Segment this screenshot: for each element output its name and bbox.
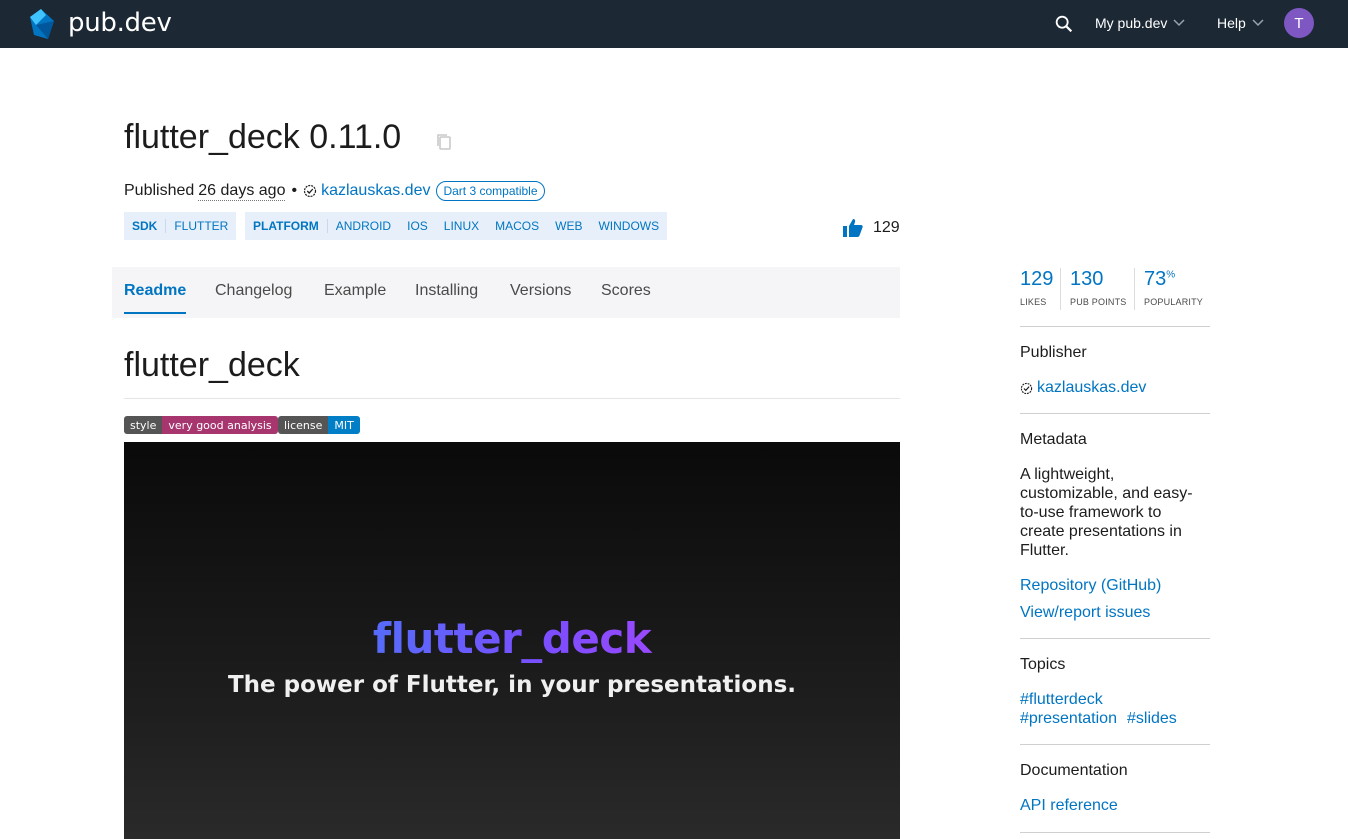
topic-slides[interactable]: #slides bbox=[1127, 710, 1177, 728]
readme-hero-image: flutter_deck The power of Flutter, in yo… bbox=[124, 442, 900, 839]
repository-link[interactable]: Repository (GitHub) bbox=[1020, 577, 1161, 595]
divider bbox=[1020, 638, 1210, 639]
separator: • bbox=[291, 182, 298, 199]
divider bbox=[1060, 268, 1061, 310]
published-line: Published 26 days ago • kazlauskas.dev D… bbox=[124, 181, 545, 201]
topic-presentation[interactable]: #presentation bbox=[1020, 710, 1117, 728]
like-widget: 129 bbox=[843, 219, 900, 237]
sdk-tags: SDK FLUTTER bbox=[124, 212, 237, 240]
platform-tag-linux[interactable]: LINUX bbox=[436, 219, 487, 233]
sidebar-publisher[interactable]: kazlauskas.dev bbox=[1020, 379, 1146, 397]
popularity-score[interactable]: 73% bbox=[1144, 268, 1175, 291]
platform-tag-android[interactable]: ANDROID bbox=[328, 219, 399, 233]
package-description: A lightweight, customizable, and easy-to… bbox=[1020, 466, 1193, 559]
tab-changelog[interactable]: Changelog bbox=[215, 282, 292, 312]
platform-tag-web[interactable]: WEB bbox=[547, 219, 590, 233]
search-icon[interactable] bbox=[1053, 13, 1075, 35]
copy-icon[interactable] bbox=[434, 132, 454, 152]
hero-title: flutter_deck bbox=[124, 614, 900, 663]
verified-publisher-icon bbox=[1020, 382, 1033, 394]
help-label: Help bbox=[1217, 15, 1246, 31]
pub-points-score[interactable]: 130 bbox=[1070, 268, 1103, 291]
chevron-down-icon bbox=[1173, 19, 1185, 27]
platform-tag-windows[interactable]: WINDOWS bbox=[590, 219, 667, 233]
popularity-label: POPULARITY bbox=[1144, 297, 1204, 307]
tab-example[interactable]: Example bbox=[324, 282, 386, 312]
top-navbar: pub.dev My pub.dev Help T bbox=[0, 0, 1348, 48]
readme-heading: flutter_deck bbox=[124, 346, 300, 384]
license-mit-badge[interactable]: license MIT bbox=[278, 416, 360, 434]
popularity-value: 73 bbox=[1144, 268, 1167, 290]
divider bbox=[1020, 413, 1210, 414]
platform-tag-macos[interactable]: MACOS bbox=[487, 219, 547, 233]
issues-link[interactable]: View/report issues bbox=[1020, 604, 1150, 622]
my-pubdev-label: My pub.dev bbox=[1095, 15, 1168, 31]
divider bbox=[1134, 268, 1135, 310]
divider bbox=[124, 398, 900, 399]
package-title: flutter_deck 0.11.0 bbox=[124, 118, 402, 156]
chevron-down-icon bbox=[1252, 19, 1264, 27]
thumbs-up-icon[interactable] bbox=[843, 219, 863, 237]
sdk-tag-head[interactable]: SDK bbox=[124, 219, 167, 233]
dart3-compatible-badge[interactable]: Dart 3 compatible bbox=[436, 181, 545, 201]
documentation-heading: Documentation bbox=[1020, 762, 1128, 779]
divider bbox=[1020, 744, 1210, 745]
tab-installing[interactable]: Installing bbox=[415, 282, 478, 312]
tab-versions[interactable]: Versions bbox=[510, 282, 571, 312]
platform-tags: PLATFORM ANDROID IOS LINUX MACOS WEB WIN… bbox=[245, 212, 668, 240]
likes-score[interactable]: 129 bbox=[1020, 268, 1053, 291]
sidebar-publisher-link: kazlauskas.dev bbox=[1037, 379, 1147, 396]
detail-tabs: Readme Changelog Example Installing Vers… bbox=[112, 267, 900, 318]
likes-label: LIKES bbox=[1020, 297, 1047, 307]
avatar[interactable]: T bbox=[1284, 8, 1314, 38]
api-reference-link[interactable]: API reference bbox=[1020, 797, 1118, 815]
help-menu[interactable]: Help bbox=[1217, 15, 1264, 31]
tab-readme[interactable]: Readme bbox=[124, 282, 187, 314]
badge-left-text: style bbox=[124, 416, 163, 434]
site-name[interactable]: pub.dev bbox=[68, 8, 172, 38]
topics-heading: Topics bbox=[1020, 656, 1066, 673]
verified-publisher-icon bbox=[303, 184, 317, 198]
badge-right-text: very good analysis bbox=[162, 416, 278, 434]
popularity-unit: % bbox=[1166, 269, 1176, 281]
dart-logo-icon[interactable] bbox=[24, 7, 58, 41]
published-date: 26 days ago bbox=[198, 181, 286, 201]
platform-tag-ios[interactable]: IOS bbox=[399, 219, 436, 233]
hero-subtitle: The power of Flutter, in your presentati… bbox=[227, 672, 797, 698]
badge-left-text: license bbox=[278, 416, 329, 434]
pub-points-label: PUB POINTS bbox=[1070, 297, 1127, 307]
platform-tag-head[interactable]: PLATFORM bbox=[245, 219, 328, 233]
metadata-heading: Metadata bbox=[1020, 431, 1087, 448]
publisher-heading: Publisher bbox=[1020, 344, 1087, 361]
my-pubdev-menu[interactable]: My pub.dev bbox=[1095, 15, 1185, 31]
like-count: 129 bbox=[873, 219, 900, 236]
divider bbox=[1020, 326, 1210, 327]
publisher-link[interactable]: kazlauskas.dev bbox=[321, 182, 430, 200]
very-good-analysis-badge[interactable]: style very good analysis bbox=[124, 416, 278, 434]
tab-scores[interactable]: Scores bbox=[601, 282, 651, 312]
topic-flutterdeck[interactable]: #flutterdeck bbox=[1020, 691, 1103, 709]
published-label: Published bbox=[124, 182, 195, 199]
badge-right-text: MIT bbox=[328, 416, 360, 434]
sdk-tag-flutter[interactable]: FLUTTER bbox=[166, 219, 236, 233]
divider bbox=[1020, 832, 1210, 833]
